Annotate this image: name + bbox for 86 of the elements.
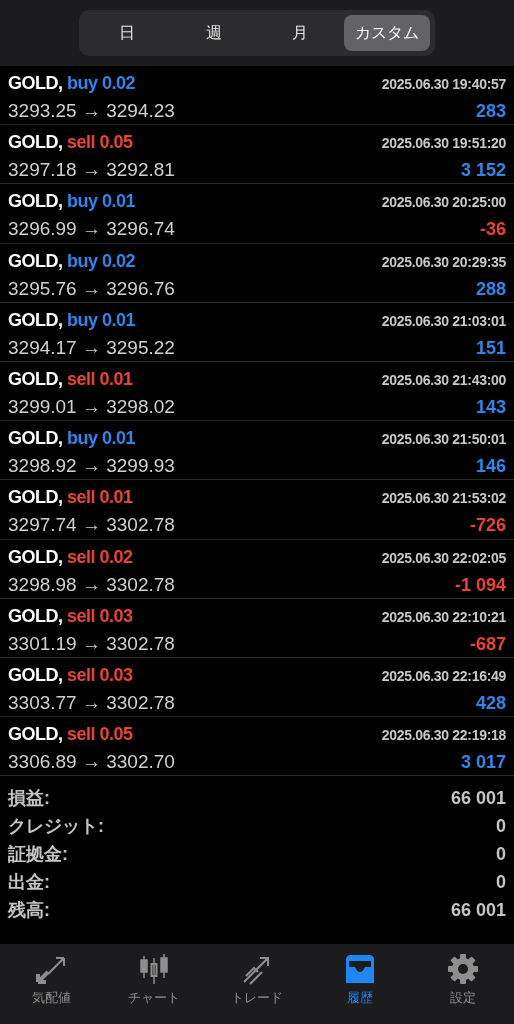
summary-value: 66 001 <box>450 899 506 923</box>
tab-bar-item[interactable]: チャート <box>102 944 206 1024</box>
price-range: 3303.77 → 3302.78 <box>8 690 175 715</box>
summary-label: クレジット: <box>8 815 104 839</box>
order-label: sell 0.02 <box>66 546 133 567</box>
profit-value: 146 <box>475 455 506 479</box>
order-label: buy 0.02 <box>66 73 135 93</box>
price-range: 3301.19 → 3302.78 <box>8 631 175 656</box>
order-label: sell 0.03 <box>66 605 133 626</box>
period-tab[interactable]: 週 <box>170 15 257 51</box>
order-label: sell 0.05 <box>66 132 133 153</box>
summary-value: 66 001 <box>450 787 506 811</box>
summary-label: 証拠金: <box>8 843 68 867</box>
trade-time: 2025.06.30 21:03:01 <box>381 311 506 331</box>
trade-time: 2025.06.30 20:25:00 <box>381 193 506 213</box>
price-range: 3294.17 → 3295.22 <box>8 335 175 360</box>
symbol-label: GOLD, <box>8 132 63 153</box>
profit-value: -726 <box>469 514 506 538</box>
order-label: buy 0.02 <box>66 250 135 271</box>
profit-value: -1 094 <box>454 573 506 597</box>
symbol-label: GOLD, <box>8 605 63 626</box>
order-label: buy 0.01 <box>66 428 135 449</box>
profit-value: 3 017 <box>460 751 506 775</box>
trade-time: 2025.06.30 19:40:57 <box>381 75 506 94</box>
trade-time: 2025.06.30 19:51:20 <box>381 134 506 154</box>
order-label: sell 0.03 <box>66 664 133 685</box>
summary-value: 0 <box>496 815 506 839</box>
tab-bar-item[interactable]: 設定 <box>411 944 514 1024</box>
trade-row[interactable]: GOLD, buy 0.01 2025.06.30 21:50:01 3298.92 → 3299.93 146 <box>0 421 514 481</box>
price-range: 3298.98 → 3302.78 <box>8 572 175 597</box>
profit-value: 151 <box>475 336 506 360</box>
summary-label: 出金: <box>8 871 50 895</box>
tab-bar-item[interactable]: 履歴 <box>308 944 412 1024</box>
profit-value: 288 <box>475 277 506 301</box>
price-range: 3295.76 → 3296.76 <box>8 276 175 301</box>
order-label: sell 0.01 <box>66 368 133 389</box>
symbol-label: GOLD, <box>8 428 63 449</box>
order-label: buy 0.01 <box>66 191 135 212</box>
order-label: sell 0.05 <box>66 724 133 745</box>
period-tab[interactable]: カスタム <box>343 15 430 51</box>
trade-time: 2025.06.30 21:53:02 <box>381 489 506 509</box>
tab-bar-item[interactable]: 気配値 <box>0 944 103 1024</box>
profit-value: 283 <box>475 100 506 123</box>
price-range: 3297.18 → 3292.81 <box>8 158 175 183</box>
order-label: buy 0.01 <box>66 309 135 330</box>
trade-row[interactable]: GOLD, buy 0.01 2025.06.30 21:03:01 3294.17 → 3295.22 151 <box>0 302 514 362</box>
symbol-label: GOLD, <box>8 368 63 389</box>
profit-value: 143 <box>475 395 506 419</box>
trade-time: 2025.06.30 22:16:49 <box>381 666 506 686</box>
summary-label: 残高: <box>8 899 50 923</box>
profit-value: 3 152 <box>460 159 506 183</box>
price-range: 3297.74 → 3302.78 <box>8 513 175 538</box>
trade-time: 2025.06.30 22:19:18 <box>381 726 506 746</box>
price-range: 3296.99 → 3296.74 <box>8 217 175 242</box>
profit-value: 428 <box>475 691 506 715</box>
symbol-label: GOLD, <box>8 73 63 93</box>
trade-row[interactable]: GOLD, sell 0.03 2025.06.30 22:16:49 3303.77 → 3302.78 428 <box>0 657 514 718</box>
symbol-label: GOLD, <box>8 191 63 212</box>
trade-time: 2025.06.30 22:10:21 <box>381 607 506 627</box>
symbol-label: GOLD, <box>8 250 63 271</box>
tab-bar-item[interactable]: トレード <box>205 944 309 1024</box>
symbol-label: GOLD, <box>8 309 63 330</box>
gear-icon <box>445 952 480 986</box>
period-tab[interactable]: 月 <box>257 15 344 51</box>
symbol-label: GOLD, <box>8 487 63 508</box>
profit-value: -687 <box>469 632 506 656</box>
symbol-label: GOLD, <box>8 546 63 567</box>
trade-time: 2025.06.30 22:02:05 <box>381 548 506 568</box>
order-label: sell 0.01 <box>66 487 133 508</box>
trade-time: 2025.06.30 21:50:01 <box>381 430 506 450</box>
price-range: 3299.01 → 3298.02 <box>8 394 175 419</box>
price-range: 3293.25 → 3294.23 <box>8 99 175 123</box>
summary-value: 0 <box>496 843 506 867</box>
trade-time: 2025.06.30 20:29:35 <box>381 252 506 272</box>
symbol-label: GOLD, <box>8 664 63 685</box>
summary-label: 損益: <box>8 787 50 811</box>
price-range: 3306.89 → 3302.70 <box>8 750 175 775</box>
profit-value: -36 <box>480 218 506 242</box>
trade-time: 2025.06.30 21:43:00 <box>381 370 506 390</box>
summary-value: 0 <box>496 871 506 895</box>
period-tab[interactable]: 日 <box>84 15 171 51</box>
symbol-label: GOLD, <box>8 724 63 745</box>
trade-row[interactable]: GOLD, sell 0.05 2025.06.30 22:19:18 3306.89 → 3302.70 3 017 <box>0 717 514 777</box>
price-range: 3298.92 → 3299.93 <box>8 454 175 479</box>
trade-row[interactable]: GOLD, buy 0.02 2025.06.30 19:40:57 3293.25 → 3294.23 283 <box>0 66 514 126</box>
trade-row[interactable]: GOLD, buy 0.01 2025.06.30 20:25:00 3296.99 → 3296.74 -36 <box>0 184 514 244</box>
